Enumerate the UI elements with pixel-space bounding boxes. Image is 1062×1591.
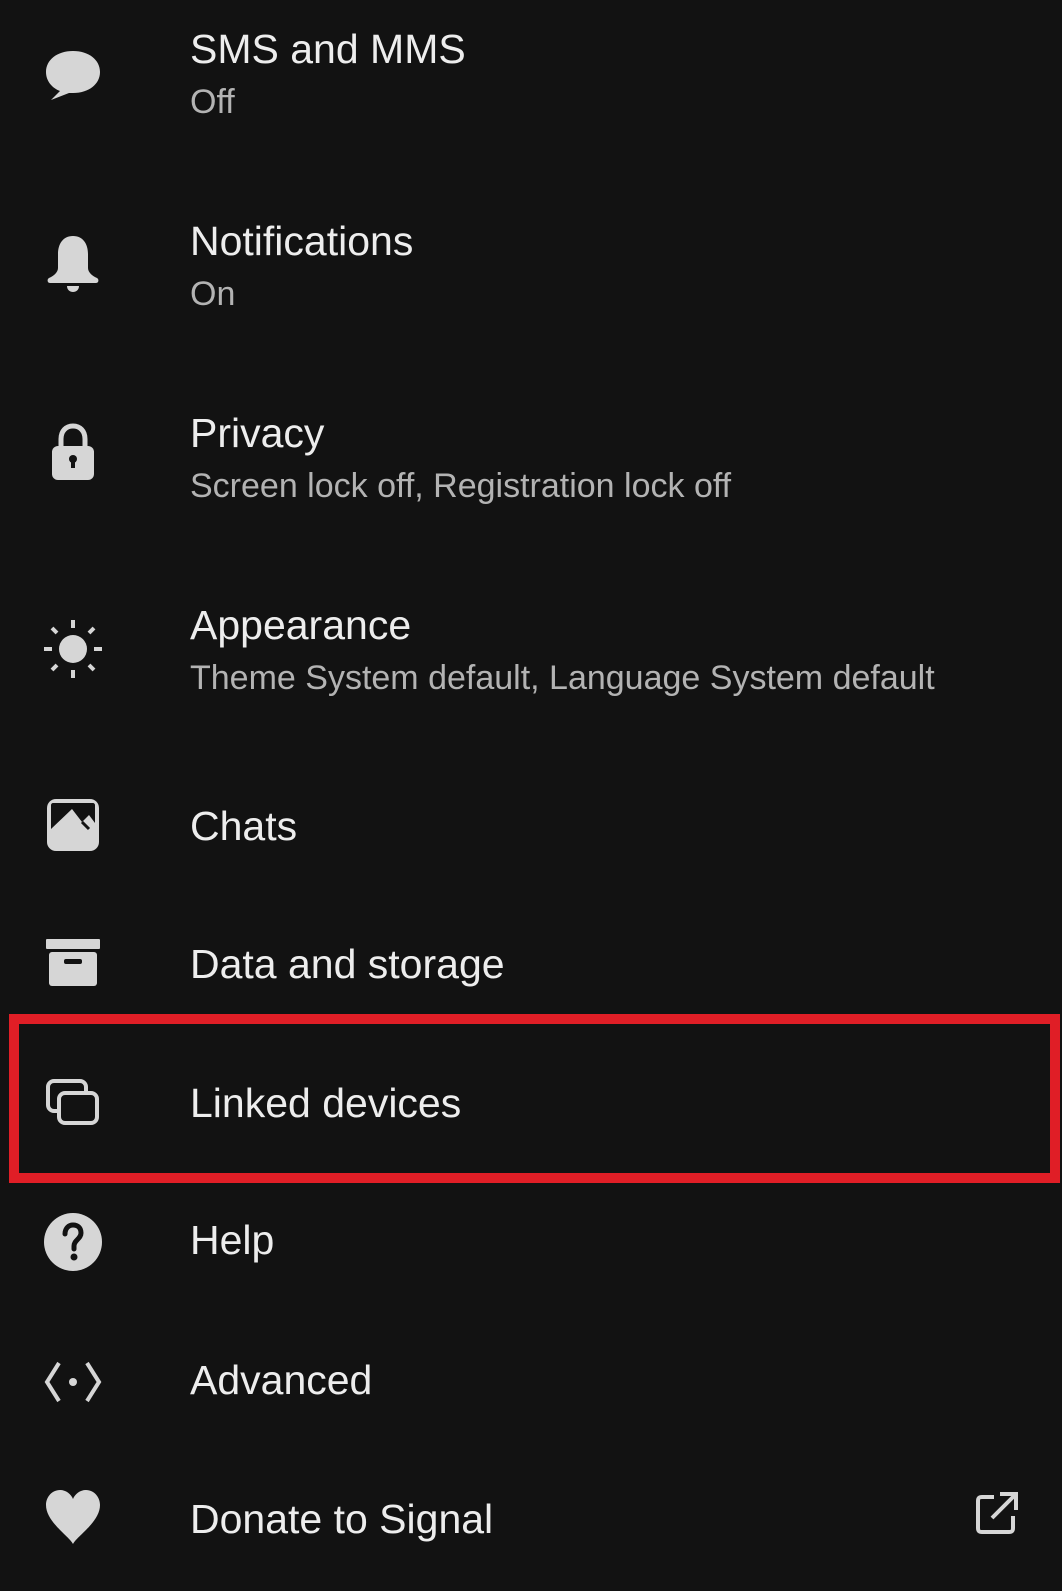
lock-icon — [40, 420, 106, 486]
code-icon — [40, 1349, 106, 1415]
settings-item-title: Donate to Signal — [190, 1496, 494, 1542]
settings-item-title: Data and storage — [190, 941, 505, 987]
external-link-icon — [970, 1486, 1024, 1540]
settings-item-title: SMS and MMS — [190, 26, 466, 72]
settings-item-donate[interactable]: Donate to Signal — [0, 1474, 1062, 1569]
chat-bubble-icon — [40, 42, 106, 108]
help-circle-icon — [40, 1209, 106, 1275]
settings-item-subtitle: Theme System default, Language System de… — [190, 659, 935, 697]
settings-item-help[interactable]: Help — [0, 1195, 1062, 1290]
settings-item-title: Help — [190, 1217, 275, 1263]
settings-item-subtitle: Screen lock off, Registration lock off — [190, 467, 732, 505]
settings-item-privacy[interactable]: Privacy Screen lock off, Registration lo… — [0, 404, 1062, 524]
settings-item-data-storage[interactable]: Data and storage — [0, 918, 1062, 1013]
settings-item-title: Notifications — [190, 218, 414, 264]
settings-item-subtitle: On — [190, 275, 236, 313]
settings-item-advanced[interactable]: Advanced — [0, 1335, 1062, 1430]
linked-devices-icon — [40, 1070, 106, 1136]
heart-icon — [40, 1484, 106, 1550]
settings-item-title: Privacy — [190, 410, 325, 456]
settings-item-title: Advanced — [190, 1357, 373, 1403]
archive-box-icon — [40, 930, 106, 996]
settings-item-appearance[interactable]: Appearance Theme System default, Languag… — [0, 596, 1062, 716]
settings-item-title: Linked devices — [190, 1080, 462, 1126]
settings-item-chats[interactable]: Chats — [0, 780, 1062, 875]
settings-item-subtitle: Off — [190, 83, 235, 121]
settings-item-notifications[interactable]: Notifications On — [0, 212, 1062, 332]
bell-icon — [40, 230, 106, 296]
settings-item-title: Chats — [190, 803, 298, 849]
sun-icon — [40, 616, 106, 682]
settings-item-title: Appearance — [190, 602, 412, 648]
settings-item-linked-devices[interactable]: Linked devices — [0, 1058, 1062, 1153]
settings-item-sms-mms[interactable]: SMS and MMS Off — [0, 20, 1062, 140]
image-icon — [40, 792, 106, 858]
